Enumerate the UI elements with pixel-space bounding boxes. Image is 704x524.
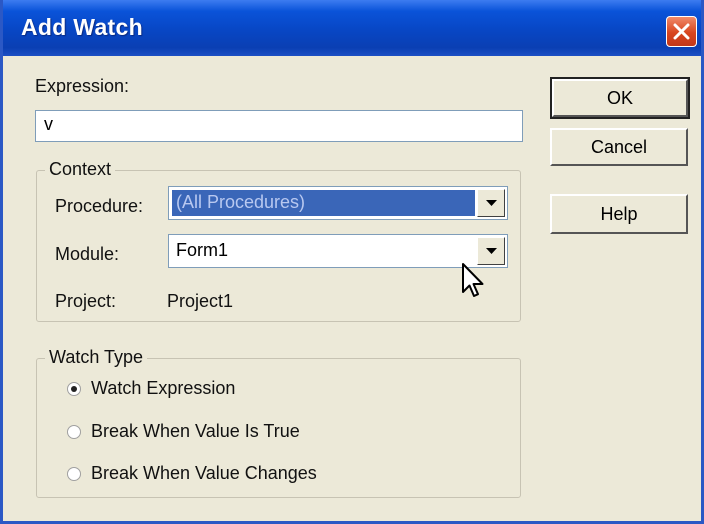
close-icon xyxy=(673,23,690,40)
watch-expression-radio[interactable] xyxy=(67,381,81,396)
module-value: Form1 xyxy=(176,240,229,260)
break-when-changes-radio[interactable] xyxy=(67,466,81,481)
watch-type-group-title: Watch Type xyxy=(45,347,148,368)
break-when-true-label: Break When Value Is True xyxy=(91,421,300,441)
expression-input[interactable]: v xyxy=(35,110,523,142)
close-button[interactable] xyxy=(666,16,697,47)
mouse-pointer-icon xyxy=(462,263,484,297)
procedure-value: (All Procedures) xyxy=(172,190,475,216)
chevron-down-icon xyxy=(486,200,497,206)
window-title: Add Watch xyxy=(21,14,143,40)
break-when-true-option[interactable]: Break When Value Is True xyxy=(67,421,300,442)
ok-button[interactable]: OK xyxy=(550,77,690,119)
break-when-changes-option[interactable]: Break When Value Changes xyxy=(67,463,317,484)
watch-expression-option[interactable]: Watch Expression xyxy=(67,378,235,399)
project-value: Project1 xyxy=(167,291,234,311)
context-group-title: Context xyxy=(45,159,116,180)
module-dropdown-button[interactable] xyxy=(477,237,505,265)
add-watch-dialog: Add Watch Expression: v Context Procedur… xyxy=(0,0,704,524)
expression-label: Expression: xyxy=(35,76,130,96)
break-when-changes-label: Break When Value Changes xyxy=(91,463,317,483)
break-when-true-radio[interactable] xyxy=(67,424,81,439)
help-button[interactable]: Help xyxy=(550,194,688,234)
module-label: Module: xyxy=(55,244,120,264)
procedure-select[interactable]: (All Procedures) xyxy=(168,186,508,220)
procedure-label: Procedure: xyxy=(55,196,144,216)
module-select[interactable]: Form1 xyxy=(168,234,508,268)
procedure-dropdown-button[interactable] xyxy=(477,189,505,217)
project-label: Project: xyxy=(55,291,117,311)
watch-expression-label: Watch Expression xyxy=(91,378,236,398)
chevron-down-icon xyxy=(486,248,497,254)
cancel-button[interactable]: Cancel xyxy=(550,128,688,166)
title-bar[interactable]: Add Watch xyxy=(3,0,701,56)
